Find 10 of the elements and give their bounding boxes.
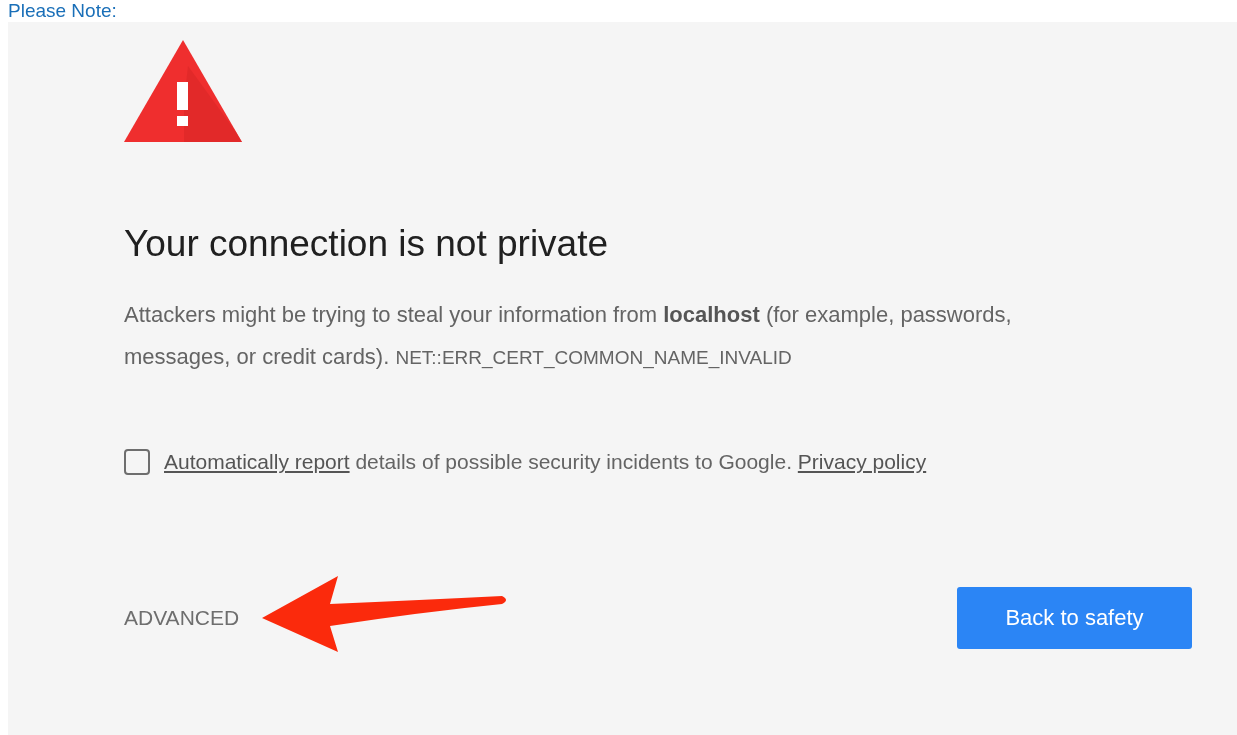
report-link[interactable]: Automatically report [164, 450, 350, 473]
warning-icon [124, 40, 242, 142]
privacy-policy-link[interactable]: Privacy policy [797, 450, 927, 473]
advanced-link[interactable]: ADVANCED [124, 606, 240, 630]
report-checkbox[interactable] [124, 449, 150, 475]
back-to-safety-button[interactable]: Back to safety [957, 587, 1192, 649]
note-heading: Please Note: [7, 0, 118, 22]
page-title: Your connection is not private [124, 222, 610, 266]
error-description: Attackers might be trying to steal your information from localhost (for example, passwords, messages, or credit cards). NET::ERR_CERT_COMMON_NAME_INVALID [124, 301, 1013, 371]
report-consent-text: Automatically report details of possible security incidents to Google. Privacy policy [164, 450, 927, 474]
